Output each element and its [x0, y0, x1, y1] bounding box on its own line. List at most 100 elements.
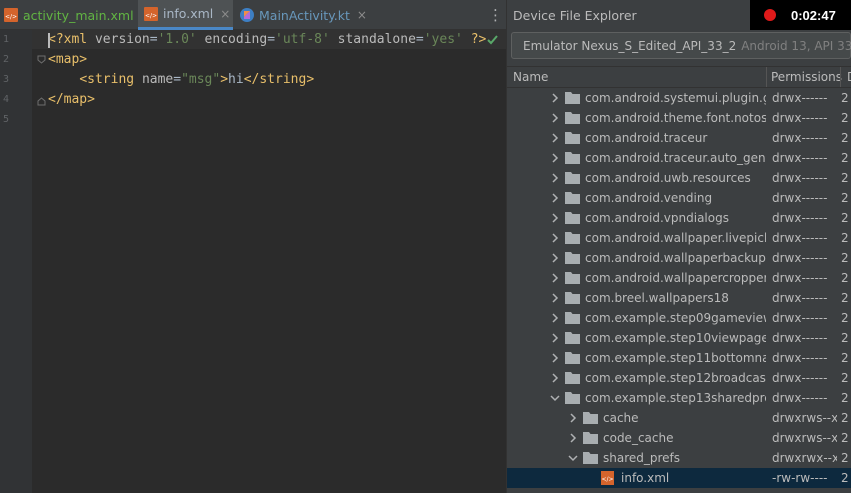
column-divider[interactable]	[766, 67, 767, 87]
column-header-date[interactable]: D	[847, 67, 851, 87]
folder-row[interactable]: com.breel.wallpapers18 drwx------ 2	[507, 288, 851, 308]
folder-row[interactable]: code_cache drwxrws--x 2	[507, 428, 851, 448]
file-date: 2	[841, 131, 849, 145]
chevron-right-icon[interactable]	[550, 93, 560, 103]
folder-icon	[565, 312, 580, 324]
file-name: com.android.wallpapercropper	[585, 271, 766, 285]
file-name: com.example.step10viewpager	[585, 331, 766, 345]
folder-row[interactable]: cache drwxrws--x 2	[507, 408, 851, 428]
folder-row[interactable]: shared_prefs drwxrwx--x 2	[507, 448, 851, 468]
chevron-right-icon[interactable]	[550, 353, 560, 363]
folder-row[interactable]: com.android.wallpaperbackup drwx------ 2	[507, 248, 851, 268]
close-icon[interactable]: ×	[357, 8, 367, 22]
folder-row[interactable]: com.android.wallpaper.livepicker drwx----…	[507, 228, 851, 248]
file-row[interactable]: </> info.xml -rw-rw---- 2	[507, 468, 851, 488]
folder-row[interactable]: com.example.step12broadcastreceiver drwx-…	[507, 368, 851, 388]
close-icon[interactable]: ×	[220, 7, 230, 21]
folder-row[interactable]: com.example.step10viewpager drwx------ 2	[507, 328, 851, 348]
file-permissions: drwx------	[772, 251, 828, 265]
folder-row[interactable]: com.android.systemui.plugin.globalaction…	[507, 88, 851, 108]
column-header-name[interactable]: Name	[513, 67, 548, 87]
file-date: 2	[841, 191, 849, 205]
folder-icon	[583, 432, 598, 444]
file-date: 2	[841, 411, 849, 425]
record-dot-icon	[764, 9, 776, 21]
file-date: 2	[841, 151, 849, 165]
device-selector[interactable]: Emulator Nexus_S_Edited_API_33_2 Android…	[511, 32, 851, 59]
tab-activity-main-xml[interactable]: </> activity_main.xml ×	[0, 0, 151, 30]
folder-row[interactable]: com.example.step13sharedpref drwx------ 2	[507, 388, 851, 408]
file-date: 2	[841, 351, 849, 365]
folder-icon	[565, 112, 580, 124]
editor-tab-bar: </> activity_main.xml × </> info.xml × M…	[0, 0, 506, 30]
file-date: 2	[841, 371, 849, 385]
code-area[interactable]: <?xml version='1.0' encoding='utf-8' sta…	[0, 30, 506, 493]
folder-icon	[565, 192, 580, 204]
chevron-right-icon[interactable]	[550, 133, 560, 143]
file-permissions: drwx------	[772, 171, 828, 185]
folder-row[interactable]: com.android.theme.font.notoserifsource dr…	[507, 108, 851, 128]
chevron-right-icon[interactable]	[550, 293, 560, 303]
unfold-icon[interactable]	[37, 97, 46, 106]
file-name: com.android.wallpaperbackup	[585, 251, 766, 265]
file-date: 2	[841, 291, 849, 305]
folder-row[interactable]: com.android.wallpapercropper drwx------ 2	[507, 268, 851, 288]
chevron-right-icon[interactable]	[550, 213, 560, 223]
chevron-right-icon[interactable]	[550, 193, 560, 203]
chevron-right-icon[interactable]	[550, 113, 560, 123]
file-permissions: drwx------	[772, 331, 828, 345]
chevron-right-icon[interactable]	[550, 313, 560, 323]
chevron-right-icon[interactable]	[568, 433, 578, 443]
chevron-right-icon[interactable]	[550, 253, 560, 263]
file-permissions: drwx------	[772, 371, 828, 385]
folder-icon	[565, 332, 580, 344]
chevron-right-icon[interactable]	[550, 233, 560, 243]
folder-row[interactable]: com.android.uwb.resources drwx------ 2	[507, 168, 851, 188]
more-options-icon[interactable]: ⋮	[488, 5, 503, 25]
file-name: com.android.uwb.resources	[585, 171, 751, 185]
column-divider[interactable]	[840, 67, 841, 87]
file-date: 2	[841, 211, 849, 225]
chevron-right-icon[interactable]	[550, 373, 560, 383]
file-name: shared_prefs	[603, 451, 681, 465]
folder-row[interactable]: com.android.vending drwx------ 2	[507, 188, 851, 208]
svg-text:</>: </>	[5, 14, 17, 21]
tab-mainactivity-kt[interactable]: MainActivity.kt ×	[236, 0, 370, 30]
chevron-right-icon[interactable]	[550, 273, 560, 283]
folder-icon	[565, 132, 580, 144]
file-tree: com.android.systemui.plugin.globalaction…	[507, 88, 851, 493]
chevron-right-icon[interactable]	[550, 333, 560, 343]
file-permissions: -rw-rw----	[772, 471, 828, 485]
column-header-permissions[interactable]: Permissions	[771, 67, 842, 87]
folder-icon	[565, 392, 580, 404]
file-permissions: drwx------	[772, 391, 828, 405]
file-name: com.example.step13sharedpref	[585, 391, 766, 405]
file-permissions: drwxrws--x	[772, 411, 837, 425]
tab-info-xml[interactable]: </> info.xml ×	[138, 0, 233, 30]
tab-label: MainActivity.kt	[259, 7, 350, 23]
folder-row[interactable]: com.android.vpndialogs drwx------ 2	[507, 208, 851, 228]
file-name: cache	[603, 411, 639, 425]
device-meta: Android 13, API 33	[741, 38, 851, 53]
check-icon[interactable]	[486, 33, 499, 46]
folder-row[interactable]: com.example.step09gameview drwx------ 2	[507, 308, 851, 328]
chevron-right-icon[interactable]	[550, 153, 560, 163]
chevron-right-icon[interactable]	[550, 173, 560, 183]
folder-row[interactable]: com.example.step11bottomnavi drwx------ 2	[507, 348, 851, 368]
file-permissions: drwx------	[772, 111, 828, 125]
fold-icon[interactable]	[37, 55, 46, 64]
file-permissions: drwx------	[772, 351, 828, 365]
folder-row[interactable]: com.android.traceur drwx------ 2	[507, 128, 851, 148]
chevron-down-icon[interactable]	[568, 453, 578, 463]
recording-indicator: 0:02:47	[750, 0, 851, 30]
folder-icon	[565, 152, 580, 164]
file-date: 2	[841, 331, 849, 345]
svg-text:</>: </>	[145, 12, 157, 19]
folder-row[interactable]: com.android.traceur.auto_generated_rro_v…	[507, 148, 851, 168]
chevron-down-icon[interactable]	[550, 393, 560, 403]
file-name: com.android.traceur	[585, 131, 708, 145]
file-permissions: drwx------	[772, 231, 828, 245]
recording-time: 0:02:47	[791, 7, 836, 23]
chevron-right-icon[interactable]	[568, 413, 578, 423]
kotlin-file-icon	[240, 8, 254, 22]
